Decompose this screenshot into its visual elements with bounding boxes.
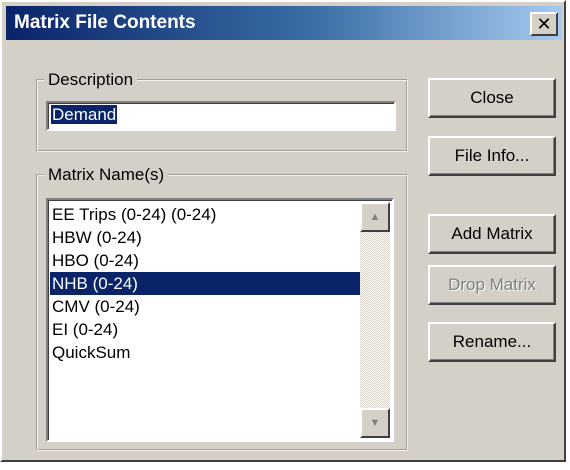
matrix-list-item[interactable]: CMV (0-24) [50, 295, 362, 318]
matrix-names-legend: Matrix Name(s) [48, 165, 165, 184]
matrix-list-item[interactable]: NHB (0-24) [50, 272, 362, 295]
matrix-listbox[interactable]: EE Trips (0-24) (0-24) HBW (0-24) HBO (0-2… [46, 198, 394, 442]
matrix-list-item[interactable]: HBO (0-24) [50, 249, 362, 272]
matrix-list-item[interactable]: EE Trips (0-24) (0-24) [50, 203, 362, 226]
scroll-up-icon: ▲ [369, 211, 381, 223]
window-title: Matrix File Contents [14, 12, 196, 33]
vertical-scrollbar[interactable]: ▲ ▼ [360, 202, 390, 438]
rename-button[interactable]: Rename... [428, 322, 556, 362]
description-input[interactable]: Demand [46, 101, 396, 131]
matrix-list-item[interactable]: HBW (0-24) [50, 226, 362, 249]
scroll-down-icon: ▼ [369, 417, 381, 429]
matrix-list-item[interactable]: EI (0-24) [50, 318, 362, 341]
description-value: Demand [49, 104, 119, 125]
file-info-button[interactable]: File Info... [428, 136, 556, 176]
drop-matrix-button[interactable]: Drop Matrix [428, 265, 556, 305]
matrix-list-item[interactable]: QuickSum [50, 341, 362, 364]
description-legend: Description [48, 70, 134, 89]
scroll-up-button[interactable]: ▲ [360, 202, 390, 232]
close-icon: ✕ [536, 13, 552, 34]
scroll-down-button[interactable]: ▼ [360, 408, 390, 438]
add-matrix-button[interactable]: Add Matrix [428, 214, 556, 254]
title-bar[interactable]: Matrix File Contents ✕ [6, 6, 562, 40]
title-close-icon[interactable]: ✕ [530, 12, 558, 36]
dialog-window: Matrix File Contents ✕ Description Deman… [0, 0, 566, 462]
matrix-list: EE Trips (0-24) (0-24) HBW (0-24) HBO (0-2… [50, 203, 362, 364]
close-button[interactable]: Close [428, 78, 556, 118]
